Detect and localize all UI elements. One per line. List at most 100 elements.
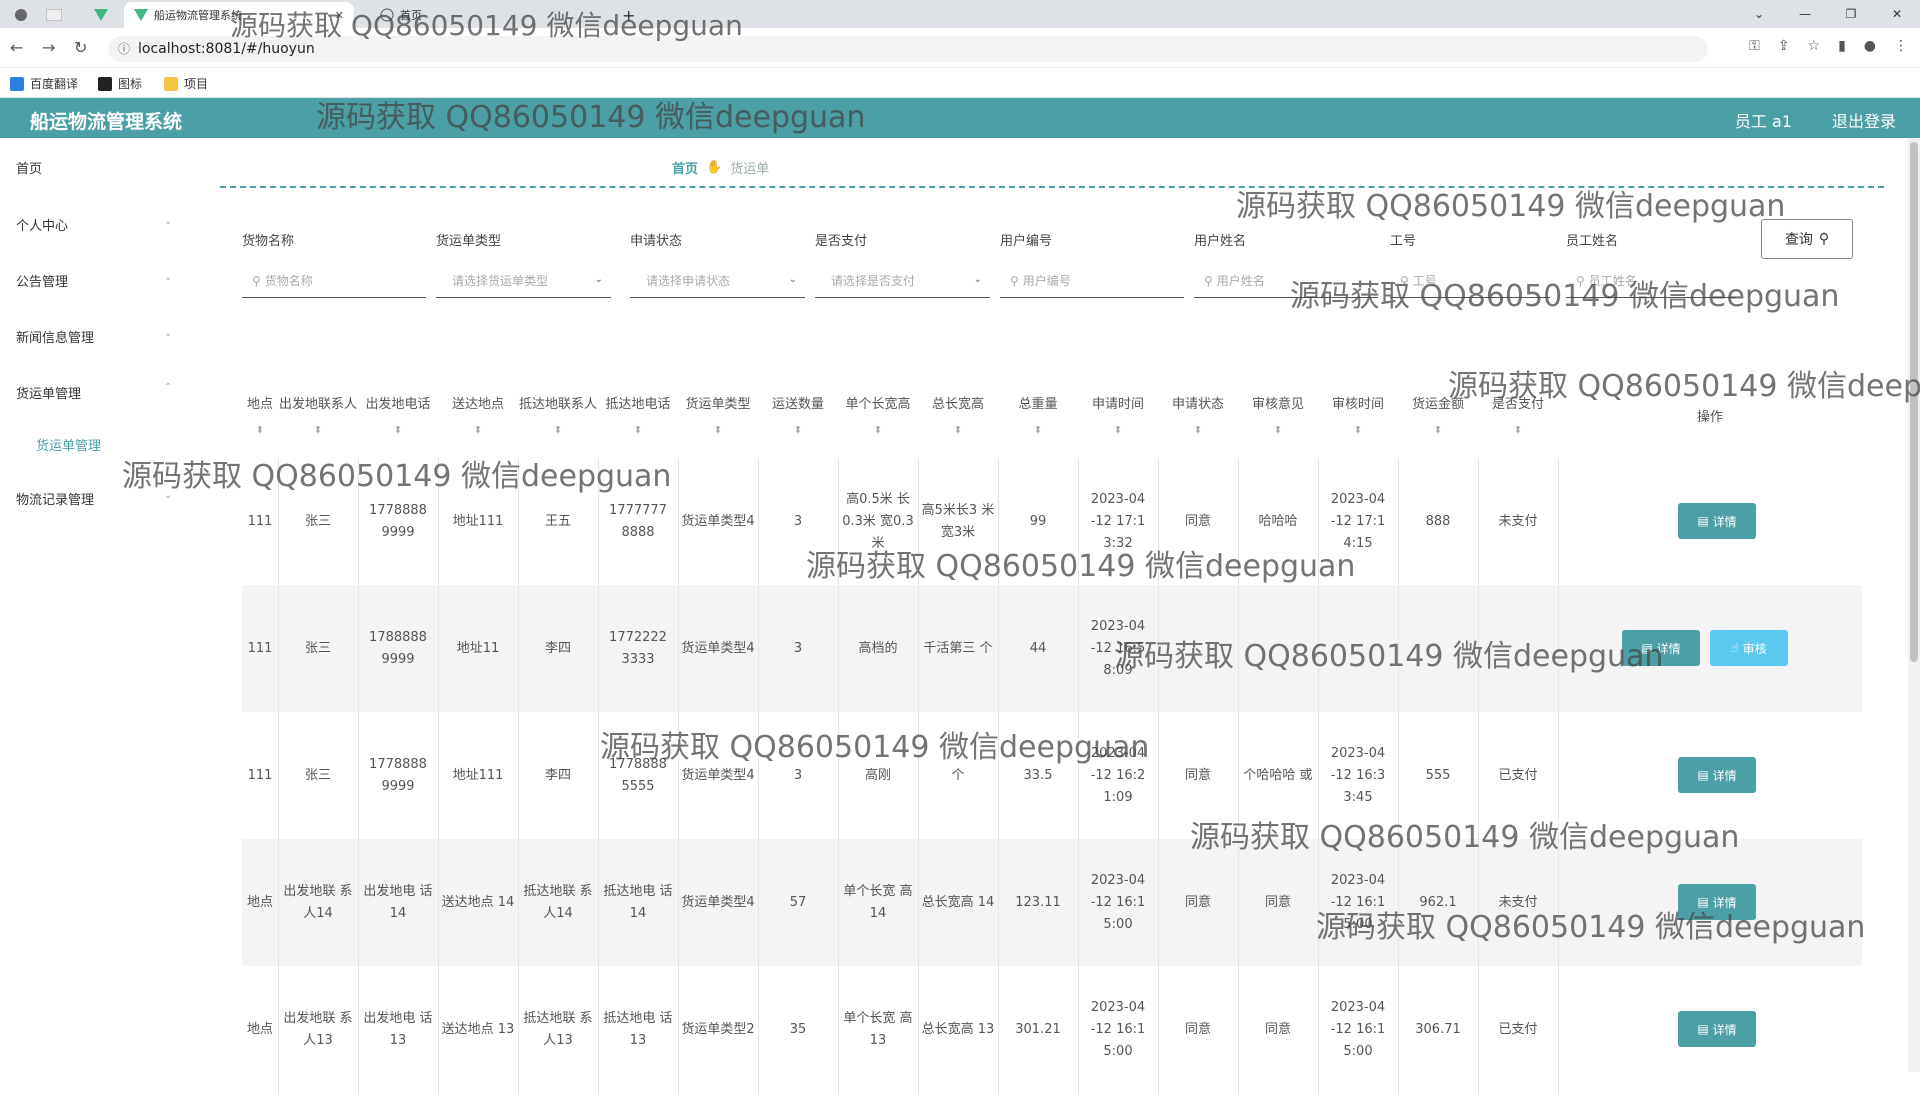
sidebar-subitem-freight[interactable]: 货运单管理 [36,435,101,454]
bookmark-item[interactable]: 百度翻译 [10,75,78,92]
sort-icon[interactable]: ⬍ [794,418,802,444]
share-icon[interactable]: ⇪ [1778,38,1790,54]
table-cell: 57 [789,894,807,910]
table-cell: 送达地点 13 [441,1021,515,1037]
breadcrumb-home[interactable]: 首页 [672,158,698,177]
bookmark-item[interactable]: 项目 [164,75,208,92]
audit-button[interactable]: ☝ 审核 [1710,630,1788,666]
table-cell: 张三 [304,640,331,656]
user-number-input[interactable]: ⚲ 用户编号 [1000,264,1184,298]
table-cell: 出发地电 话13 [363,1010,433,1048]
column-header[interactable]: 抵达地联系人 ⬍ [518,378,598,458]
detail-button[interactable]: ▤ 详情 [1678,1011,1756,1047]
app-title: 船运物流管理系统 [30,111,183,133]
breadcrumb: 首页 ✋ 货运单 [672,158,769,177]
star-icon[interactable]: ☆ [1808,38,1821,54]
column-header[interactable]: 出发地联系人 ⬍ [278,378,358,458]
column-header[interactable]: 申请状态 ⬍ [1158,378,1238,458]
sort-icon[interactable]: ⬍ [1114,418,1122,444]
table-cell: 地址11 [456,640,500,656]
sidebar-item-logistics[interactable]: 物流记录管理 [16,489,94,508]
column-header[interactable]: 送达地点 ⬍ [438,378,518,458]
column-header[interactable]: 申请时间 ⬍ [1078,378,1158,458]
table-cell: 货运单类型4 [681,894,755,910]
sort-icon[interactable]: ⬍ [1354,418,1362,444]
sort-icon[interactable]: ⬍ [634,418,642,444]
filter-label: 货物名称 [242,234,295,249]
sort-icon[interactable]: ⬍ [1034,418,1042,444]
table-cell: 出发地联 系人14 [283,883,353,921]
column-header-label: 出发地联系人 [278,397,357,412]
cell-divider [1558,966,1559,1093]
column-header[interactable]: 单个长宽高 ⬍ [838,378,918,458]
restore-icon[interactable]: ❐ [1828,0,1874,28]
search-icon: ⚲ [1010,273,1019,288]
sort-icon[interactable]: ⬍ [1514,418,1522,444]
table-cell: 301.21 [1015,1021,1061,1037]
bookmark-label: 百度翻译 [30,77,79,91]
image-icon [98,76,112,91]
sort-icon[interactable]: ⬍ [256,418,264,444]
freight-type-select[interactable]: 请选择货运单类型 ⌄ [436,264,611,298]
reload-icon[interactable]: ↻ [74,38,87,57]
forward-icon[interactable]: → [42,38,55,57]
vue-tab-icon[interactable] [94,2,108,28]
tab-label: 船运物流管理系统 [154,9,242,22]
sort-icon[interactable]: ⬍ [954,418,962,444]
table-cell: 出发地联 系人13 [283,1010,353,1048]
bookmark-item[interactable]: 图标 [98,75,142,92]
apply-status-select[interactable]: 请选择申请状态 ⌄ [630,264,805,298]
column-header[interactable]: 审核意见 ⬍ [1238,378,1318,458]
logout-link[interactable]: 退出登录 [1832,108,1896,132]
table-cell: 抵达地联 系人13 [523,1010,593,1048]
detail-button[interactable]: ▤ 详情 [1678,757,1756,793]
sort-icon[interactable]: ⬍ [1434,418,1442,444]
sidebar-item-news[interactable]: 新闻信息管理 [16,327,94,346]
sort-icon[interactable]: ⬍ [1274,418,1282,444]
column-header[interactable]: 出发地电话 ⬍ [358,378,438,458]
back-icon[interactable]: ← [10,38,23,57]
info-icon[interactable]: ⓘ [118,36,130,62]
goods-name-input[interactable]: ⚲ 货物名称 [242,264,426,298]
table-cell: 李四 [544,767,571,783]
column-header[interactable]: 总长宽高 ⬍ [918,378,998,458]
column-header-label: 送达地点 [451,397,504,412]
table-cell: 同意 [1184,894,1211,910]
sidebar-item-notice[interactable]: 公告管理 [16,271,68,290]
sidebar-item-home[interactable]: 首页 [16,158,42,177]
sort-icon[interactable]: ⬍ [1194,418,1202,444]
table-cell: 1778888 9999 [369,756,427,794]
tab-placeholder-icon[interactable] [46,2,62,28]
sidebar-item-freight[interactable]: 货运单管理 [16,383,81,402]
sort-icon[interactable]: ⬍ [474,418,482,444]
column-header[interactable]: 抵达地电话 ⬍ [598,378,678,458]
select-placeholder: 请选择是否支付 [831,274,916,288]
column-header[interactable]: 货运单类型 ⬍ [678,378,758,458]
column-header-label: 运送数量 [771,397,824,412]
column-header-label: 地点 [246,397,273,412]
sort-icon[interactable]: ⬍ [314,418,322,444]
column-header[interactable]: 总重量 ⬍ [998,378,1078,458]
column-header[interactable]: 运送数量 ⬍ [758,378,838,458]
document-icon: ▤ [1697,1022,1709,1036]
column-header[interactable]: 审核时间 ⬍ [1318,378,1398,458]
browser-menu-icon[interactable] [14,2,28,28]
sidepanel-icon[interactable]: ▮ [1838,38,1846,54]
app-header: 船运物流管理系统 员工 a1 退出登录 [0,98,1920,138]
sort-icon[interactable]: ⬍ [874,418,882,444]
close-window-icon[interactable]: ✕ [1874,0,1920,28]
search-button[interactable]: 查询 ⚲ [1761,219,1853,259]
key-icon[interactable]: ⚿ [1749,38,1760,54]
column-header[interactable]: 地点 ⬍ [242,378,278,458]
menu-icon[interactable]: ⋮ [1894,38,1908,54]
table-cell: 同意 [1264,894,1291,910]
sort-icon[interactable]: ⬍ [554,418,562,444]
chevron-down-icon[interactable]: ⌄ [1736,0,1782,28]
sidebar-item-profile[interactable]: 个人中心 [16,215,68,234]
sort-icon[interactable]: ⬍ [394,418,402,444]
sort-icon[interactable]: ⬍ [714,418,722,444]
profile-icon[interactable]: ● [1864,38,1876,54]
paid-select[interactable]: 请选择是否支付 ⌄ [815,264,990,298]
minimize-icon[interactable]: — [1782,0,1828,28]
detail-button[interactable]: ▤ 详情 [1678,503,1756,539]
